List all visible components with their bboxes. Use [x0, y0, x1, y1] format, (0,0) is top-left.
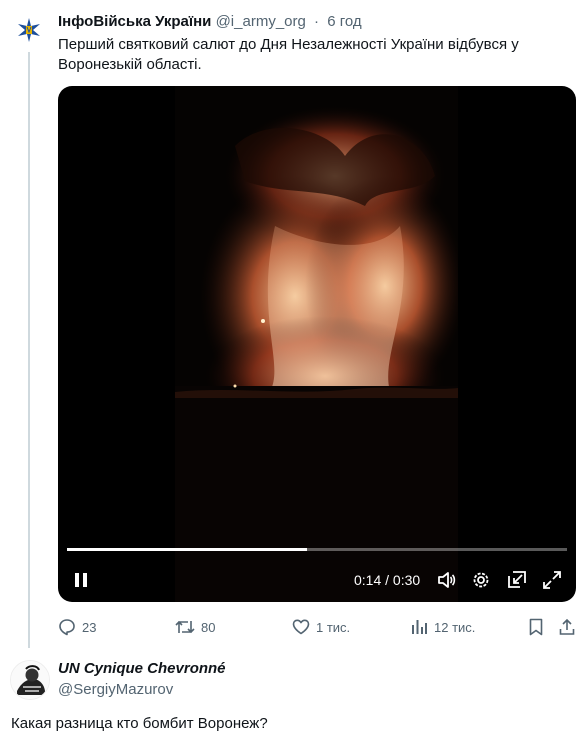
fullscreen-icon: [543, 571, 561, 589]
video-frame[interactable]: [175, 86, 458, 602]
volume-icon: [438, 572, 456, 588]
retweet-icon: [175, 620, 195, 634]
views-count: 12 тис.: [434, 619, 476, 635]
heart-icon: [292, 619, 310, 635]
views-button[interactable]: 12 тис.: [410, 615, 475, 639]
video-progress-bar[interactable]: [67, 548, 567, 551]
pause-icon: [75, 573, 87, 587]
share-button[interactable]: [558, 615, 582, 639]
tweet[interactable]: ІнфоВійська України @i_army_org · 6 год …: [0, 0, 583, 650]
reply-avatar[interactable]: [10, 660, 50, 700]
settings-button[interactable]: [469, 568, 493, 592]
retweet-button[interactable]: 80: [175, 615, 215, 639]
reply-bubble-icon: [59, 619, 75, 636]
share-upload-icon: [559, 618, 575, 635]
reply-button[interactable]: 23: [58, 615, 96, 639]
fullscreen-button[interactable]: [540, 568, 564, 592]
reply-text: Какая разница кто бомбит Воронеж?: [11, 715, 268, 732]
picture-in-picture-icon: [508, 571, 526, 588]
pause-button[interactable]: [69, 568, 93, 592]
reply-author-handle[interactable]: @SergiyMazurov: [58, 680, 173, 700]
like-count: 1 тис.: [316, 619, 351, 635]
views-chart-icon: [412, 620, 427, 634]
separator-dot: ·: [314, 13, 320, 30]
bookmark-button[interactable]: [528, 615, 550, 639]
army-emblem-icon: [12, 13, 46, 47]
author-name[interactable]: ІнфоВійська України: [58, 13, 211, 30]
picture-in-picture-button[interactable]: [505, 568, 529, 592]
retweet-count: 80: [201, 619, 216, 635]
like-button[interactable]: 1 тис.: [292, 615, 350, 639]
reply-author-name[interactable]: UN Cynique Chevronné: [58, 659, 226, 679]
video-time-readout: 0:14 / 0:30: [354, 572, 421, 588]
settings-gear-icon: [473, 572, 489, 588]
reply-tweet[interactable]: UN Cynique Chevronné @SergiyMazurov Кака…: [0, 650, 583, 737]
tweet-actions: 23 80 1 тис. 12 тис.: [58, 615, 578, 639]
reply-count: 23: [82, 619, 97, 635]
video-progress-fill: [67, 548, 307, 551]
explosion-video-still: [175, 86, 458, 602]
bookmark-icon: [529, 618, 543, 636]
cynic-portrait-icon: [11, 661, 49, 699]
author-handle[interactable]: @i_army_org: [216, 13, 306, 30]
volume-button[interactable]: [434, 568, 458, 592]
video-player[interactable]: 0:14 / 0:30: [58, 86, 576, 602]
tweet-text: Перший святковий салют до Дня Незалежнос…: [58, 36, 519, 73]
avatar[interactable]: [11, 12, 47, 48]
timestamp[interactable]: 6 год: [327, 13, 361, 30]
tweet-header: ІнфоВійська України @i_army_org · 6 год: [58, 12, 362, 32]
